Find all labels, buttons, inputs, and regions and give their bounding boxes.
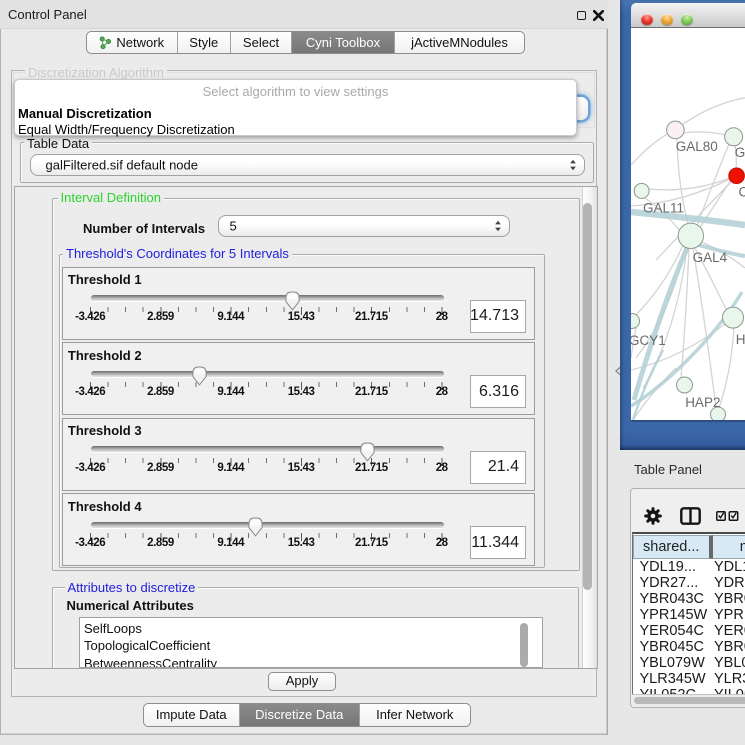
svg-text:C: C bbox=[739, 185, 745, 200]
svg-text:GAL80: GAL80 bbox=[676, 139, 718, 154]
svg-text:GA: GA bbox=[735, 145, 745, 160]
svg-text:GAL4: GAL4 bbox=[693, 250, 728, 265]
svg-text:H: H bbox=[736, 332, 745, 347]
svg-text:GAL11: GAL11 bbox=[643, 201, 684, 216]
svg-text:GCY1: GCY1 bbox=[631, 333, 666, 348]
svg-text:HAP2: HAP2 bbox=[685, 395, 720, 410]
